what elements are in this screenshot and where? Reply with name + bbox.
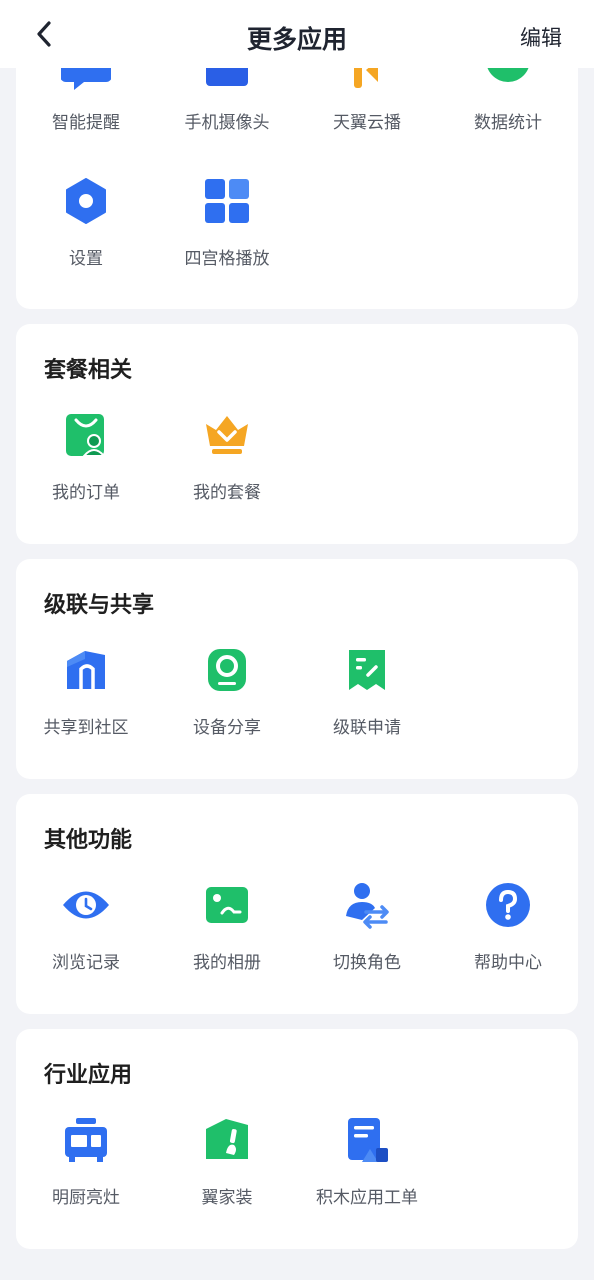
decoration-icon xyxy=(202,1115,252,1165)
app-item-cascade-apply[interactable]: 级联申请 xyxy=(297,645,437,765)
app-item-kitchen[interactable]: 明厨亮灶 xyxy=(16,1115,156,1235)
app-item-label: 我的订单 xyxy=(52,483,120,503)
community-icon xyxy=(61,645,111,695)
top-nav-bar: 更多应用 编辑 xyxy=(0,0,594,68)
app-item-work-order[interactable]: 积木应用工单 xyxy=(297,1115,437,1235)
grid-play-icon xyxy=(202,176,252,226)
app-item-device-share[interactable]: 设备分享 xyxy=(157,645,297,765)
app-item-label: 四宫格播放 xyxy=(184,249,270,269)
crown-icon xyxy=(202,410,252,460)
app-item-switch-role[interactable]: 切换角色 xyxy=(297,880,437,1000)
section-title: 级联与共享 xyxy=(44,593,155,618)
settings-icon xyxy=(61,176,111,226)
app-item-label: 明厨亮灶 xyxy=(52,1188,120,1208)
app-item-community[interactable]: 共享到社区 xyxy=(16,645,156,765)
history-icon xyxy=(61,880,111,930)
app-item-help[interactable]: 帮助中心 xyxy=(438,880,578,1000)
app-item-label: 级联申请 xyxy=(333,718,401,738)
app-item-order[interactable]: 我的订单 xyxy=(16,410,156,530)
section-title: 套餐相关 xyxy=(44,358,133,383)
device-share-icon xyxy=(202,645,252,695)
app-item-label: 翼家装 xyxy=(201,1188,253,1208)
app-item-label: 我的相册 xyxy=(193,953,261,973)
app-item-label: 手机摄像头 xyxy=(184,113,270,133)
app-item-label: 智能提醒 xyxy=(52,113,120,133)
app-item-label: 帮助中心 xyxy=(474,953,542,973)
page-title: 更多应用 xyxy=(246,25,347,54)
section-card-general: 智能提醒 手机摄像头 天翼云播 数据统计 设置 四宫格播放 xyxy=(16,30,578,309)
cascade-apply-icon xyxy=(342,645,392,695)
app-item-label: 切换角色 xyxy=(333,953,401,973)
app-item-grid-play[interactable]: 四宫格播放 xyxy=(157,176,297,296)
section-title: 行业应用 xyxy=(44,1063,133,1088)
app-item-label: 设备分享 xyxy=(193,718,261,738)
app-item-label: 共享到社区 xyxy=(43,718,129,738)
section-card-package: 套餐相关 我的订单 我的套餐 xyxy=(16,324,578,544)
app-item-history[interactable]: 浏览记录 xyxy=(16,880,156,1000)
app-item-label: 数据统计 xyxy=(474,113,542,133)
app-item-label: 积木应用工单 xyxy=(316,1188,418,1208)
app-item-decoration[interactable]: 翼家装 xyxy=(157,1115,297,1235)
app-item-package[interactable]: 我的套餐 xyxy=(157,410,297,530)
section-card-sharing: 级联与共享 共享到社区 设备分享 级联申请 xyxy=(16,559,578,779)
app-item-label: 浏览记录 xyxy=(52,953,120,973)
app-item-label: 设置 xyxy=(69,249,103,269)
switch-role-icon xyxy=(342,880,392,930)
order-icon xyxy=(61,410,111,460)
section-card-other: 其他功能 浏览记录 我的相册 切换角色 帮助中心 xyxy=(16,794,578,1014)
kitchen-icon xyxy=(61,1115,111,1165)
edit-button[interactable]: 编辑 xyxy=(520,22,562,52)
app-item-album[interactable]: 我的相册 xyxy=(157,880,297,1000)
work-order-icon xyxy=(342,1115,392,1165)
app-item-settings[interactable]: 设置 xyxy=(16,176,156,296)
section-title: 其他功能 xyxy=(44,828,133,853)
app-item-label: 天翼云播 xyxy=(333,113,401,133)
section-card-industry: 行业应用 明厨亮灶 翼家装 积木应用工单 xyxy=(16,1029,578,1249)
help-icon xyxy=(483,880,533,930)
album-icon xyxy=(202,880,252,930)
app-item-label: 我的套餐 xyxy=(193,483,261,503)
